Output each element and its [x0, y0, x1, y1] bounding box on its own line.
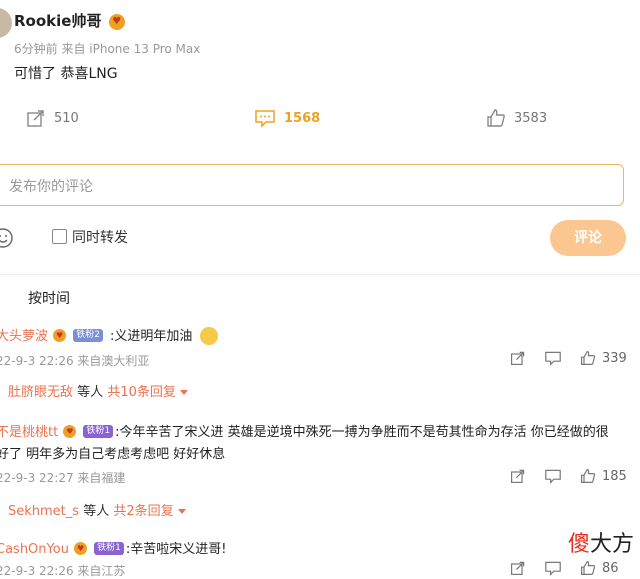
submit-comment-button[interactable]: 评论: [550, 220, 626, 256]
reply-total[interactable]: 共10条回复: [107, 385, 176, 400]
post-source: 来自 iPhone 13 Pro Max: [61, 42, 201, 56]
comment-item: CashOnYou ♥ 铁粉1:辛苦啦宋义进哥!: [0, 538, 226, 557]
heart-badge-icon: ♥: [108, 13, 125, 30]
chevron-down-icon: [177, 509, 186, 514]
comment-actions: 86: [510, 560, 619, 576]
comment-text: :辛苦啦宋义进哥!: [125, 542, 227, 557]
thumbs-up-icon: [581, 560, 596, 575]
reply-total[interactable]: 共2条回复: [113, 504, 173, 519]
replies-link[interactable]: 肚脐眼无敌 等人 共10条回复: [8, 381, 188, 400]
sort-by-time[interactable]: 按时间: [28, 288, 70, 308]
replies-link[interactable]: Sekhmet_s 等人 共2条回复: [8, 500, 186, 519]
comment-like-count: 86: [602, 560, 619, 576]
thumbs-up-icon: [581, 468, 596, 483]
post-author[interactable]: Rookie帅哥 ♥: [14, 10, 125, 31]
comment-like-button[interactable]: 185: [580, 468, 627, 484]
avatar[interactable]: [0, 8, 12, 38]
fan-badge: 铁粉1: [94, 542, 124, 555]
comment-like-button[interactable]: 86: [580, 560, 619, 576]
comment-author[interactable]: 不是桃桃tt: [0, 425, 58, 440]
divider: [0, 274, 640, 275]
like-button[interactable]: 3583: [486, 108, 547, 128]
share-icon[interactable]: [510, 350, 526, 366]
post-text: 可惜了 恭喜LNG: [14, 66, 118, 82]
heart-badge-icon: ♥: [74, 542, 88, 555]
forward-checkbox[interactable]: [52, 229, 67, 244]
comment-item: 大头萝波 ♥ 铁粉2 :义进明年加油: [0, 325, 218, 345]
reply-user[interactable]: 肚脐眼无敌: [8, 385, 73, 400]
watermark-part2: 大方: [589, 532, 634, 557]
thumbs-up-icon: [487, 109, 505, 127]
comment-author[interactable]: 大头萝波: [0, 329, 48, 344]
comment-icon[interactable]: [544, 468, 562, 484]
reply-user[interactable]: Sekhmet_s: [8, 504, 79, 519]
comment-like-count: 339: [602, 350, 627, 366]
comment-icon[interactable]: [544, 560, 562, 576]
share-icon[interactable]: [510, 560, 526, 576]
share-icon: [27, 110, 44, 127]
watermark: 傻大方: [568, 526, 634, 558]
reply-mid: 等人: [77, 385, 104, 400]
comment-date: 22-9-3 22:27 来自福建: [0, 471, 126, 485]
share-icon[interactable]: [510, 468, 526, 484]
fan-badge: 铁粉1: [83, 425, 114, 438]
heart-badge-icon: ♥: [63, 425, 77, 438]
comment-text-continued: 好了 明年多为自己考虑考虑吧 好好休息: [0, 447, 226, 462]
comment-like-count: 185: [602, 468, 627, 484]
comment-button[interactable]: 1568: [254, 108, 320, 128]
heart-badge-icon: ♥: [53, 329, 67, 342]
comment-icon: [255, 110, 275, 128]
comment-item: 不是桃桃tt ♥ 铁粉1:今年辛苦了宋义进 英雄是逆境中殊死一搏为争胜而不是苟其…: [0, 421, 609, 440]
comment-actions: 185: [510, 468, 627, 484]
share-count: 510: [54, 110, 79, 126]
comment-input[interactable]: 发布你的评论: [0, 164, 624, 206]
comment-icon[interactable]: [544, 350, 562, 366]
like-count: 3583: [514, 110, 548, 126]
post-time: 6分钟前: [14, 42, 58, 56]
comment-actions: 339: [510, 350, 627, 366]
comment-like-button[interactable]: 339: [580, 350, 627, 366]
reply-mid: 等人: [83, 504, 110, 519]
comment-text: :今年辛苦了宋义进 英雄是逆境中殊死一搏为争胜而不是苟其性命为存活 你已经做的很: [115, 425, 609, 440]
post-author-name[interactable]: Rookie帅哥: [14, 12, 101, 30]
comment-text: :义进明年加油: [110, 329, 193, 344]
thumbs-up-icon: [581, 350, 596, 365]
share-button[interactable]: 510: [26, 108, 79, 128]
chevron-down-icon: [179, 390, 188, 395]
comment-date: 22-9-3 22:26 来自江苏: [0, 564, 126, 578]
comment-date: 22-9-3 22:26 来自澳大利亚: [0, 354, 150, 368]
sad-face-icon: [199, 326, 218, 345]
post-meta: 6分钟前 来自 iPhone 13 Pro Max: [14, 40, 200, 57]
watermark-part1: 傻: [567, 532, 590, 557]
comment-count: 1568: [284, 110, 321, 126]
forward-label[interactable]: 同时转发: [72, 227, 128, 247]
emoji-icon[interactable]: [0, 227, 14, 249]
fan-badge: 铁粉2: [73, 329, 103, 342]
comment-author[interactable]: CashOnYou: [0, 542, 69, 557]
